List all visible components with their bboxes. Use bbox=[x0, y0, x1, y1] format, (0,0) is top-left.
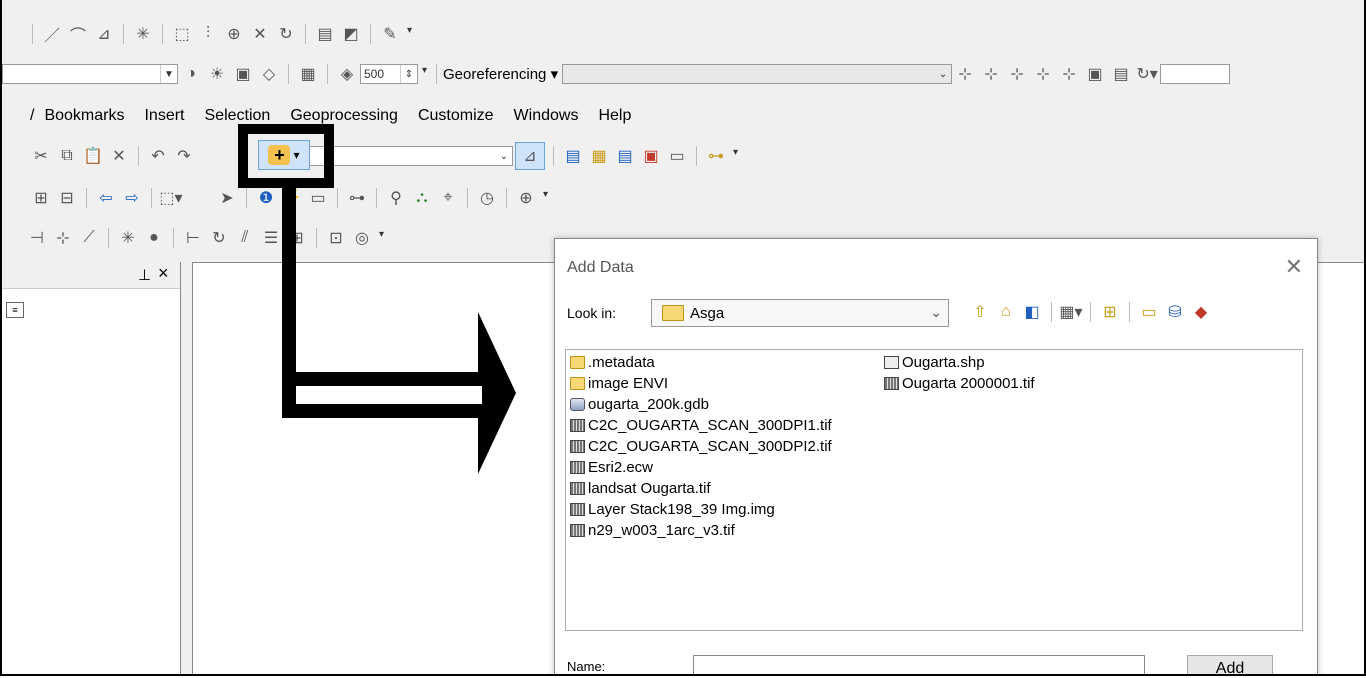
close-icon[interactable]: ✕ bbox=[1285, 254, 1303, 280]
new-gdb-icon[interactable]: ⛁ bbox=[1164, 301, 1186, 323]
raster-icon bbox=[570, 503, 585, 516]
file-list[interactable]: .metadata image ENVI ougarta_200k.gdb C2… bbox=[565, 349, 1303, 631]
up-one-level-icon[interactable]: ⇧ bbox=[969, 301, 991, 323]
look-in-value: Asga bbox=[690, 304, 725, 322]
list-item[interactable]: Esri2.ecw bbox=[570, 459, 653, 476]
list-item[interactable]: image ENVI bbox=[570, 375, 668, 392]
arcmap-window: ／ ⌒ ⊿ ✳ ⬚ ⫶ ⊕ ✕ ↻ ▤ ◩ ✎ ▾ ▼ ◑ ☀ ▣ ◇ ▦ ◈ … bbox=[0, 0, 1366, 676]
add-data-dialog: Add Data ✕ Look in: Asga ⌄ ⇧ ⌂ ◧ ▦▾ ⊞ ▭ … bbox=[554, 238, 1318, 674]
add-button[interactable]: Add bbox=[1187, 655, 1273, 674]
toolbox-icon[interactable]: ◆ bbox=[1190, 301, 1212, 323]
look-in-select[interactable]: Asga ⌄ bbox=[651, 299, 949, 327]
catalog-tree-icon[interactable]: ◧ bbox=[1021, 301, 1043, 323]
geodatabase-icon bbox=[570, 398, 585, 411]
home-icon[interactable]: ⌂ bbox=[995, 301, 1017, 323]
raster-icon bbox=[570, 524, 585, 537]
shapefile-icon bbox=[884, 356, 899, 369]
dialog-toolbar: ⇧ ⌂ ◧ ▦▾ ⊞ ▭ ⛁ ◆ bbox=[967, 301, 1214, 323]
raster-icon bbox=[570, 419, 585, 432]
look-in-label: Look in: bbox=[567, 305, 617, 321]
list-item[interactable]: n29_w003_1arc_v3.tif bbox=[570, 522, 735, 539]
list-item[interactable]: .metadata bbox=[570, 354, 655, 371]
name-field[interactable] bbox=[693, 655, 1145, 674]
connect-folder-icon[interactable]: ⊞ bbox=[1099, 301, 1121, 323]
view-list-icon[interactable]: ▦▾ bbox=[1059, 301, 1082, 323]
list-item[interactable]: landsat Ougarta.tif bbox=[570, 480, 711, 497]
folder-icon bbox=[662, 305, 684, 321]
raster-icon bbox=[570, 461, 585, 474]
list-item[interactable]: C2C_OUGARTA_SCAN_300DPI1.tif bbox=[570, 417, 832, 434]
list-item[interactable]: Ougarta.shp bbox=[884, 354, 985, 371]
list-item[interactable]: Layer Stack198_39 Img.img bbox=[570, 501, 775, 518]
folder-icon bbox=[570, 377, 585, 390]
list-item[interactable]: Ougarta 2000001.tif bbox=[884, 375, 1035, 392]
new-folder-icon[interactable]: ▭ bbox=[1138, 301, 1160, 323]
name-label: Name: bbox=[567, 659, 606, 674]
raster-icon bbox=[884, 377, 899, 390]
chevron-down-icon: ⌄ bbox=[930, 304, 942, 320]
raster-icon bbox=[570, 482, 585, 495]
list-item[interactable]: ougarta_200k.gdb bbox=[570, 396, 709, 413]
dialog-title: Add Data bbox=[567, 259, 634, 276]
folder-icon bbox=[570, 356, 585, 369]
raster-icon bbox=[570, 440, 585, 453]
list-item[interactable]: C2C_OUGARTA_SCAN_300DPI2.tif bbox=[570, 438, 832, 455]
